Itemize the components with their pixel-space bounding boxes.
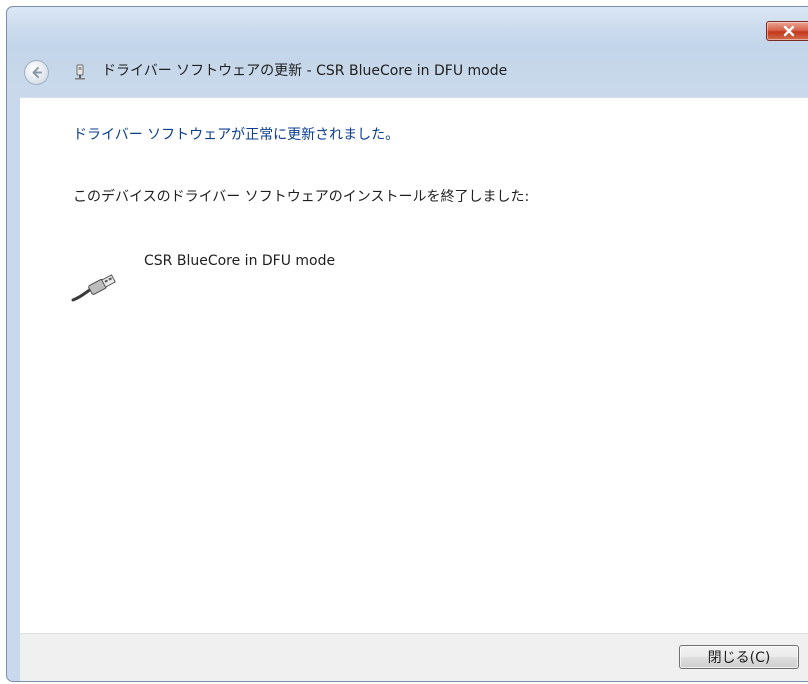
window-title: ドライバー ソフトウェアの更新 - CSR BlueCore in DFU mo… [102,63,508,79]
back-arrow-icon [32,67,42,78]
usb-cable-icon [71,274,116,302]
dialog-window: ドライバー ソフトウェアの更新 - CSR BlueCore in DFU mo… [6,6,808,682]
dialog-footer: 閉じる(C) [20,633,808,681]
usb-small-icon [75,64,85,80]
content-area: ドライバー ソフトウェアが正常に更新されました。 このデバイスのドライバー ソフ… [20,97,808,633]
finished-message: このデバイスのドライバー ソフトウェアのインストールを終了しました: [73,189,530,205]
back-button[interactable] [24,60,49,85]
success-message: ドライバー ソフトウェアが正常に更新されました。 [73,127,400,143]
close-icon [783,25,794,37]
device-name: CSR BlueCore in DFU mode [144,253,336,269]
close-button[interactable]: 閉じる(C) [679,645,799,669]
window-close-button[interactable] [766,21,808,41]
